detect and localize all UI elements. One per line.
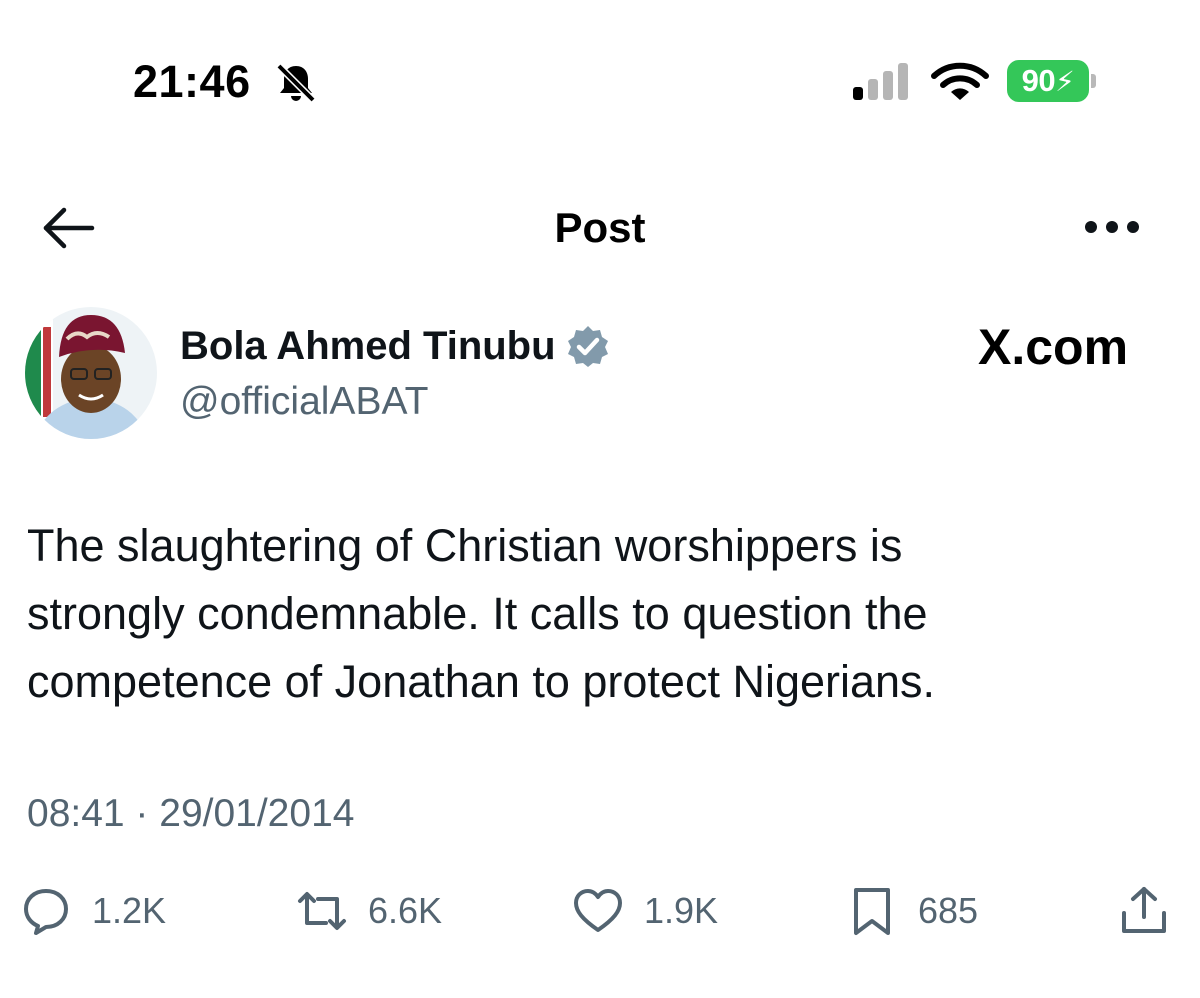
battery-percent: 90 [1021, 63, 1056, 98]
repost-button[interactable]: 6.6K [296, 880, 442, 942]
share-button[interactable] [1118, 880, 1170, 942]
status-time: 21:46 [133, 56, 251, 107]
reply-count: 1.2K [92, 890, 167, 931]
like-count: 1.9K [644, 890, 719, 931]
page-title: Post [554, 204, 646, 251]
heart-icon [574, 889, 622, 932]
repost-icon [298, 892, 346, 930]
share-icon [1122, 887, 1166, 933]
bookmark-count: 685 [918, 890, 979, 931]
bell-slash-icon [275, 62, 317, 104]
wifi-icon [931, 62, 989, 100]
battery-charging-icon: 90⚡ [1007, 60, 1097, 104]
like-button[interactable]: 1.9K [572, 880, 718, 942]
avatar[interactable] [25, 307, 157, 439]
author-name-row[interactable]: Bola Ahmed Tinubu [180, 322, 610, 370]
author-name[interactable]: Bola Ahmed Tinubu [180, 322, 556, 370]
bookmark-button[interactable]: 685 [846, 880, 978, 942]
bookmark-icon [854, 888, 890, 935]
reply-button[interactable]: 1.2K [20, 880, 166, 942]
post-timestamp[interactable]: 08:41 · 29/01/2014 [27, 790, 354, 838]
repost-count: 6.6K [368, 890, 443, 931]
reply-icon [24, 889, 68, 935]
author-handle[interactable]: @officialABAT [180, 378, 428, 426]
ellipsis-icon[interactable] [1083, 216, 1141, 238]
signal-icon [853, 63, 908, 100]
post-text: The slaughtering of Christian worshipper… [27, 520, 936, 707]
verified-badge-icon [567, 326, 608, 367]
brand-watermark: X.com [978, 319, 1129, 375]
